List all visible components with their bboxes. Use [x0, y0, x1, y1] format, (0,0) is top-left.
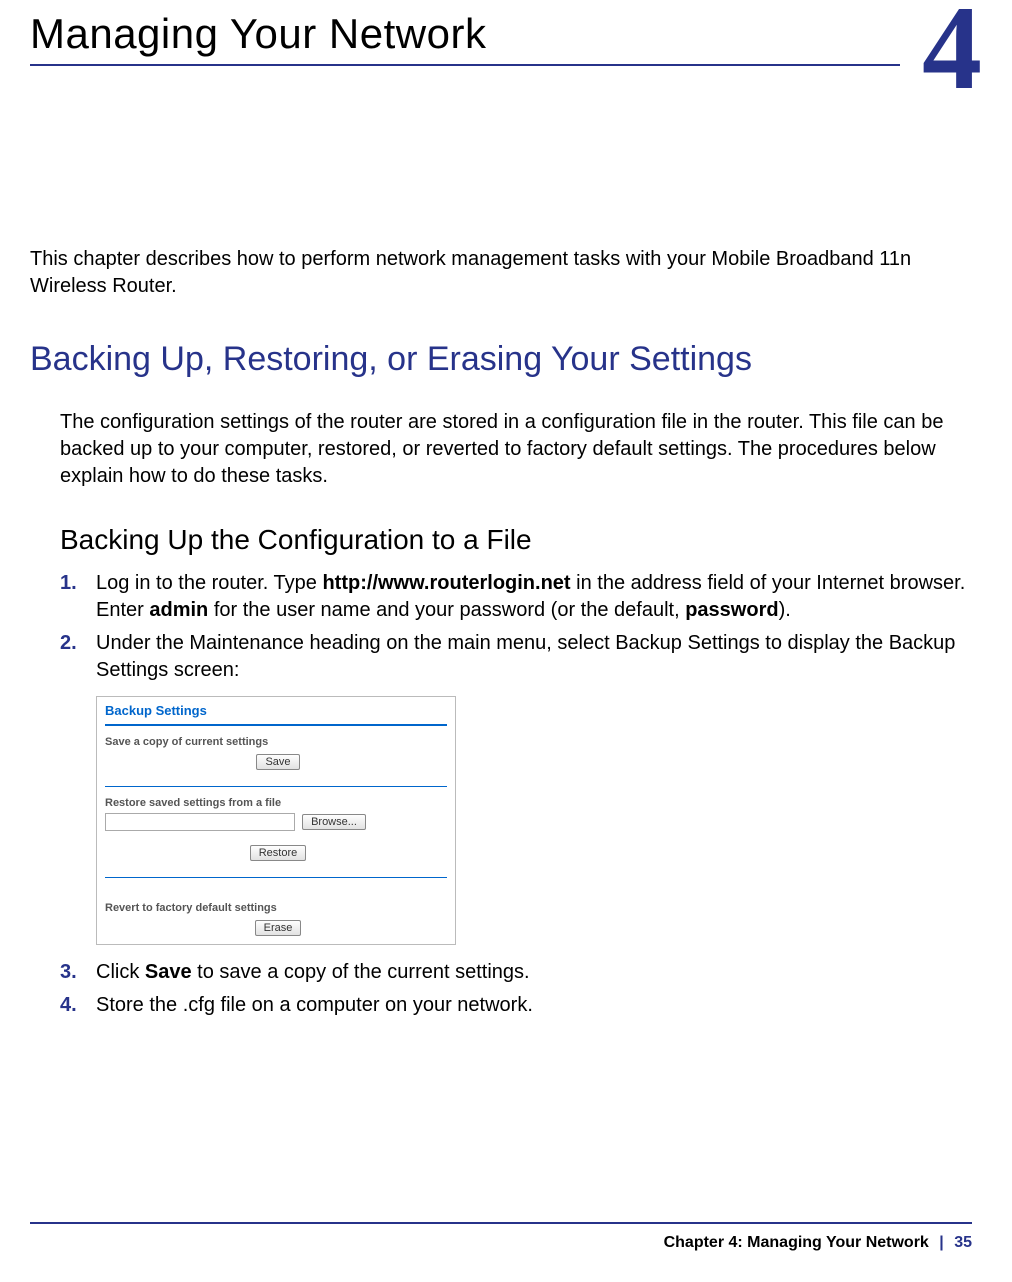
page-footer: Chapter 4: Managing Your Network | 35	[30, 1222, 972, 1252]
step-number: 1.	[60, 570, 77, 597]
steps-list: 1. Log in to the router. Type http://www…	[60, 570, 972, 684]
step-text: Click	[96, 961, 145, 983]
step-number: 4.	[60, 992, 77, 1019]
save-button[interactable]: Save	[256, 754, 299, 770]
step-number: 3.	[60, 959, 77, 986]
screenshot-section-label: Revert to factory default settings	[97, 892, 455, 914]
step-2: 2. Under the Maintenance heading on the …	[60, 630, 972, 684]
step-text: Under the Maintenance heading on the mai…	[96, 632, 955, 681]
restore-button[interactable]: Restore	[250, 845, 307, 861]
screenshot-title: Backup Settings	[97, 697, 455, 722]
title-divider	[30, 64, 900, 66]
step-text: to save a copy of the current settings.	[192, 961, 530, 983]
step-bold: admin	[149, 599, 208, 621]
steps-list-cont: 3. Click Save to save a copy of the curr…	[60, 959, 972, 1019]
section-heading: Backing Up, Restoring, or Erasing Your S…	[30, 340, 972, 379]
screenshot-section-label: Save a copy of current settings	[97, 726, 455, 748]
step-bold: password	[685, 599, 778, 621]
step-3: 3. Click Save to save a copy of the curr…	[60, 959, 972, 986]
step-bold: http://www.routerlogin.net	[322, 572, 570, 594]
browse-button[interactable]: Browse...	[302, 814, 366, 830]
screenshot-section-label: Restore saved settings from a file	[97, 787, 455, 809]
step-4: 4. Store the .cfg file on a computer on …	[60, 992, 972, 1019]
footer-divider	[30, 1222, 972, 1224]
subsection-heading: Backing Up the Configuration to a File	[60, 524, 972, 556]
step-text: ).	[779, 599, 791, 621]
footer-chapter-label: Chapter 4: Managing Your Network	[664, 1234, 929, 1251]
chapter-number-badge: 4	[922, 0, 982, 108]
intro-paragraph: This chapter describes how to perform ne…	[30, 246, 972, 300]
file-path-input[interactable]	[105, 813, 295, 831]
chapter-title: Managing Your Network	[30, 10, 972, 58]
section-paragraph: The configuration settings of the router…	[60, 409, 972, 490]
backup-settings-screenshot: Backup Settings Save a copy of current s…	[96, 696, 456, 945]
page-number: 35	[954, 1234, 972, 1251]
step-1: 1. Log in to the router. Type http://www…	[60, 570, 972, 624]
step-text: Log in to the router. Type	[96, 572, 322, 594]
step-number: 2.	[60, 630, 77, 657]
step-text: Store the .cfg file on a computer on you…	[96, 994, 533, 1016]
footer-separator: |	[939, 1234, 943, 1251]
erase-button[interactable]: Erase	[255, 920, 302, 936]
step-text: for the user name and your password (or …	[208, 599, 685, 621]
step-bold: Save	[145, 961, 192, 983]
